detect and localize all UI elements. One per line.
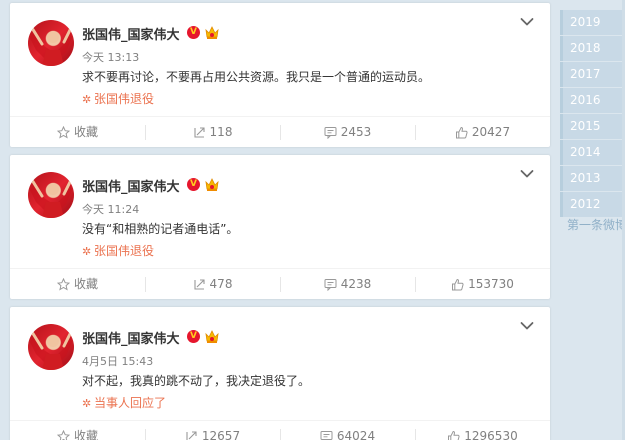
comment-icon (320, 431, 333, 440)
verified-badge-icon[interactable]: V (187, 330, 200, 343)
repost-icon (193, 127, 205, 138)
comment-icon (324, 127, 337, 140)
like-button[interactable]: 153730 (415, 269, 550, 300)
topic-label: 张国伟退役 (94, 92, 155, 106)
crown-icon[interactable] (204, 177, 220, 192)
like-button[interactable]: 1296530 (415, 421, 550, 440)
post-time[interactable]: 今天 13:13 (82, 49, 139, 65)
repost-count: 118 (209, 125, 233, 139)
divider (415, 125, 416, 140)
chevron-down-icon[interactable] (520, 17, 534, 27)
divider (280, 125, 281, 140)
repost-icon (193, 279, 205, 290)
timeline-year[interactable]: 2012 (560, 192, 625, 217)
post-card: 张国伟_国家伟大 V 4月5日 15:43 对不起，我真的跳不动了，我决定退役了… (10, 307, 550, 440)
timeline-first-post-link[interactable]: 第一条微博 (567, 216, 625, 233)
topic-link[interactable]: ✲ 张国伟退役 (82, 90, 154, 107)
topic-icon: ✲ (82, 397, 92, 410)
topic-icon: ✲ (82, 245, 92, 258)
post-card: 张国伟_国家伟大 V 今天 13:13 求不要再讨论，不要再占用公共资源。我只是… (10, 3, 550, 147)
favorite-label: 收藏 (73, 429, 98, 440)
post-actions: 收藏 478 4238 153730 (10, 268, 550, 299)
chevron-down-icon[interactable] (520, 169, 534, 179)
repost-count: 478 (209, 277, 233, 291)
comment-count: 64024 (336, 429, 376, 440)
repost-count: 12657 (201, 429, 241, 440)
comment-count: 2453 (340, 125, 372, 139)
divider (280, 277, 281, 292)
avatar[interactable] (28, 324, 74, 370)
crown-icon[interactable] (204, 25, 220, 40)
repost-icon (186, 431, 197, 440)
timeline-year[interactable]: 2013 (560, 166, 625, 191)
post-card: 张国伟_国家伟大 V 今天 11:24 没有“和相熟的记者通电话”。 ✲ 张国伟退… (10, 155, 550, 299)
thumbs-up-icon (448, 430, 460, 440)
avatar[interactable] (28, 172, 74, 218)
repost-button[interactable]: 118 (145, 117, 280, 148)
like-button[interactable]: 20427 (415, 117, 550, 148)
comment-button[interactable]: 4238 (280, 269, 415, 300)
thumbs-up-icon (455, 126, 468, 139)
timeline-year[interactable]: 2017 (560, 62, 625, 87)
divider (280, 429, 281, 440)
like-count: 20427 (471, 125, 511, 139)
divider (145, 125, 146, 140)
crown-icon[interactable] (204, 329, 220, 344)
topic-link[interactable]: ✲ 当事人回应了 (82, 394, 166, 411)
post-text: 没有“和相熟的记者通电话”。 (82, 222, 239, 236)
repost-button[interactable]: 478 (145, 269, 280, 300)
favorite-label: 收藏 (73, 277, 98, 291)
thumbs-up-icon (452, 278, 464, 291)
author-name[interactable]: 张国伟_国家伟大 (82, 176, 180, 195)
favorite-button[interactable]: 收藏 (10, 117, 145, 148)
favorite-button[interactable]: 收藏 (10, 421, 145, 440)
timeline-year[interactable]: 2015 (560, 114, 625, 139)
favorite-button[interactable]: 收藏 (10, 269, 145, 300)
timeline-year[interactable]: 2014 (560, 140, 625, 165)
star-icon (56, 277, 71, 291)
chevron-down-icon[interactable] (520, 321, 534, 331)
author-name[interactable]: 张国伟_国家伟大 (82, 328, 180, 347)
like-count: 1296530 (464, 429, 518, 440)
avatar-photo-icon (30, 24, 74, 66)
timeline-year[interactable]: 2019 (560, 10, 625, 35)
star-icon (56, 125, 71, 139)
avatar-photo-icon (30, 328, 74, 370)
divider (145, 429, 146, 440)
repost-button[interactable]: 12657 (145, 421, 280, 440)
avatar[interactable] (28, 20, 74, 66)
comment-icon (324, 279, 337, 292)
divider (415, 429, 416, 440)
topic-link[interactable]: ✲ 张国伟退役 (82, 242, 154, 259)
post-time[interactable]: 今天 11:24 (82, 201, 139, 217)
divider (145, 277, 146, 292)
divider (415, 277, 416, 292)
post-text: 对不起，我真的跳不动了，我决定退役了。 (82, 374, 311, 388)
author-name[interactable]: 张国伟_国家伟大 (82, 24, 180, 43)
topic-label: 张国伟退役 (94, 244, 155, 258)
star-icon (56, 429, 71, 440)
post-text: 求不要再讨论，不要再占用公共资源。我只是一个普通的运动员。 (82, 70, 431, 84)
post-actions: 收藏 118 2453 20427 (10, 116, 550, 147)
topic-label: 当事人回应了 (94, 396, 167, 410)
topic-icon: ✲ (82, 93, 92, 106)
like-count: 153730 (468, 277, 514, 291)
comment-count: 4238 (340, 277, 372, 291)
verified-badge-icon[interactable]: V (187, 178, 200, 191)
comment-button[interactable]: 64024 (280, 421, 415, 440)
comment-button[interactable]: 2453 (280, 117, 415, 148)
year-timeline: 2019 2018 2017 2016 2015 2014 2013 2012 (560, 0, 625, 230)
timeline-year[interactable]: 2016 (560, 88, 625, 113)
timeline-year[interactable]: 2018 (560, 36, 625, 61)
favorite-label: 收藏 (73, 125, 98, 139)
post-time[interactable]: 4月5日 15:43 (82, 353, 153, 369)
avatar-photo-icon (30, 176, 74, 218)
post-actions: 收藏 12657 64024 1296530 (10, 420, 550, 440)
verified-badge-icon[interactable]: V (187, 26, 200, 39)
